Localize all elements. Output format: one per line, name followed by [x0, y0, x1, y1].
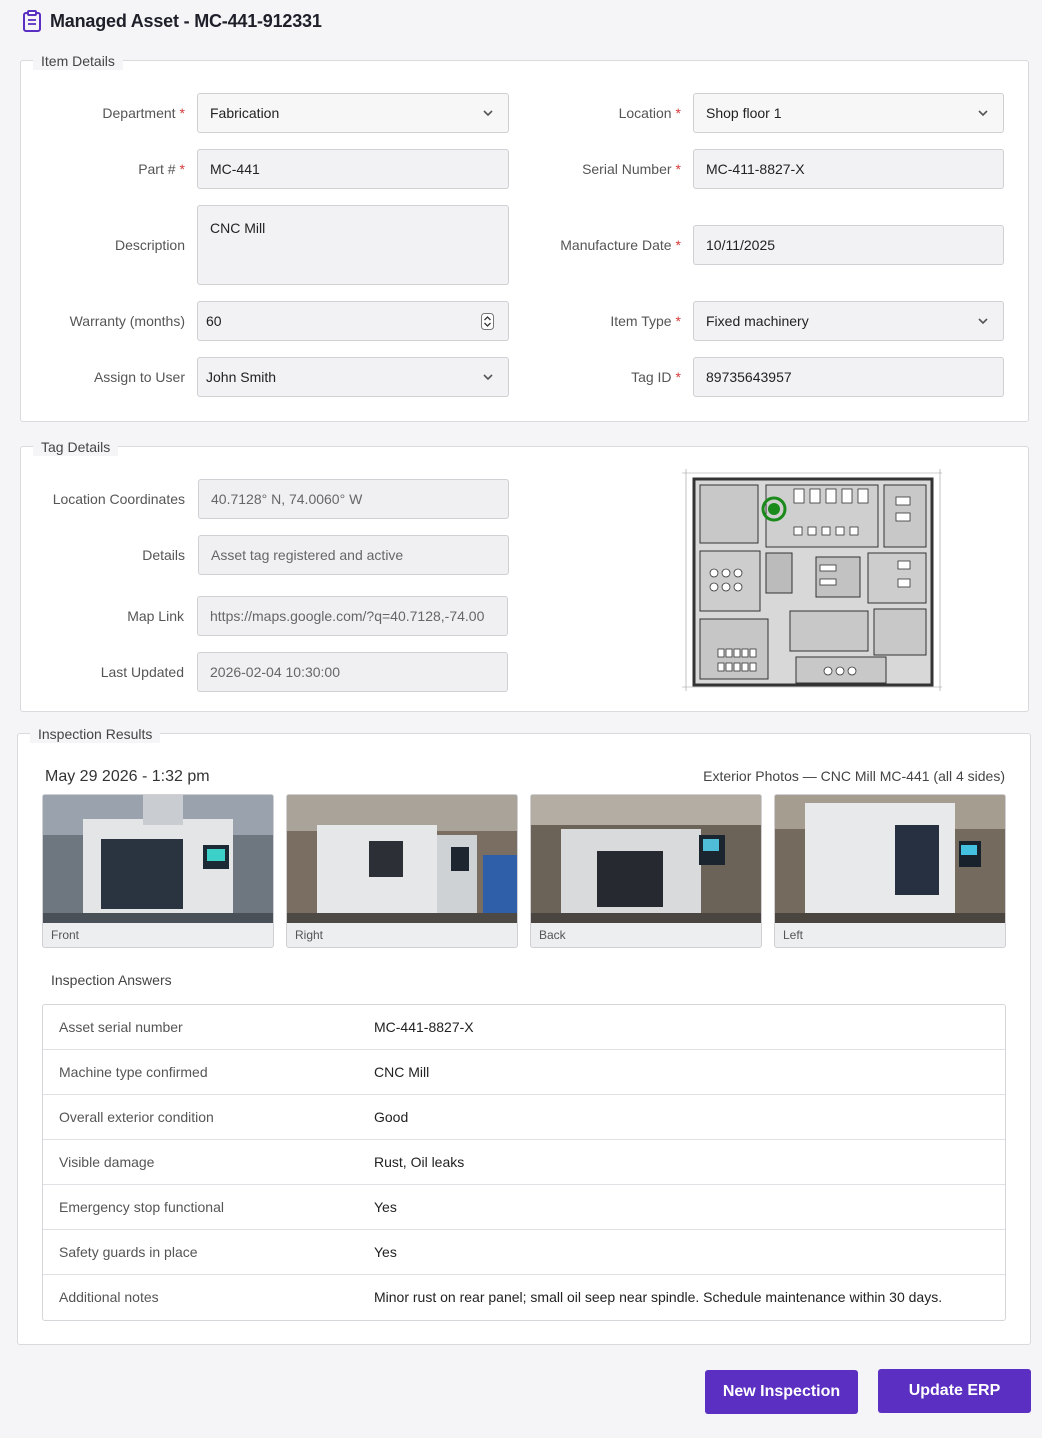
details-field: Asset tag registered and active [198, 535, 509, 575]
stepper-icon[interactable] [481, 313, 494, 330]
chevron-down-icon [483, 374, 493, 381]
description-textarea[interactable]: CNC Mill [197, 205, 509, 285]
chevron-down-icon [978, 318, 988, 325]
table-row: Emergency stop functional Yes [43, 1185, 1005, 1230]
update-erp-button[interactable]: Update ERP [878, 1369, 1031, 1413]
table-row: Machine type confirmed CNC Mill [43, 1050, 1005, 1095]
details-label: Details [142, 547, 185, 563]
department-label: Department * [102, 105, 185, 121]
new-inspection-button[interactable]: New Inspection [705, 1370, 858, 1414]
map-link-label: Map Link [127, 608, 184, 624]
floor-plan-image [678, 461, 946, 693]
tag-id-label: Tag ID * [631, 369, 681, 385]
chevron-down-icon [483, 110, 493, 117]
photo-caption: Right [295, 928, 324, 942]
manufacture-date-label: Manufacture Date * [560, 237, 681, 253]
serial-label: Serial Number * [582, 161, 681, 177]
page-title: Managed Asset - MC-441-912331 [50, 10, 322, 31]
serial-input[interactable]: MC-411-8827-X [693, 149, 1004, 189]
warranty-label: Warranty (months) [69, 313, 185, 329]
last-updated-field: 2026-02-04 10:30:00 [197, 652, 508, 692]
photo-caption: Back [539, 928, 566, 942]
table-row: Additional notes Minor rust on rear panel… [59, 1289, 943, 1305]
cnc-back-image [531, 795, 761, 923]
coordinates-label: Location Coordinates [52, 491, 185, 507]
manufacture-date-input[interactable]: 10/11/2025 [693, 225, 1004, 265]
photo-left[interactable]: Left [774, 794, 1006, 948]
photo-right[interactable]: Right [286, 794, 518, 948]
item-type-select[interactable]: Fixed machinery [693, 301, 1004, 341]
item-type-label: Item Type * [610, 313, 681, 329]
photo-caption: Front [51, 928, 80, 942]
part-label: Part # * [138, 161, 185, 177]
map-link-field[interactable]: https://maps.google.com/?q=40.7128,-74.0… [197, 596, 508, 636]
cnc-left-image [775, 795, 1005, 923]
last-updated-label: Last Updated [100, 664, 184, 680]
coordinates-field: 40.7128° N, 74.0060° W [198, 479, 509, 519]
department-select[interactable]: Fabrication [197, 93, 509, 133]
photo-back[interactable]: Back [530, 794, 762, 948]
photos-caption: Exterior Photos — CNC Mill MC-441 (all 4… [703, 768, 1005, 784]
table-row: Overall exterior condition Good [43, 1095, 1005, 1140]
chevron-down-icon [978, 110, 988, 117]
cnc-right-image [287, 795, 517, 923]
location-select[interactable]: Shop floor 1 [693, 93, 1004, 133]
assign-user-label: Assign to User [93, 369, 185, 385]
floor-plan-map[interactable] [678, 461, 946, 693]
tag-id-input[interactable]: 89735643957 [693, 357, 1004, 397]
inspection-date: May 29 2026 - 1:32 pm [45, 768, 210, 785]
cnc-front-image [43, 795, 273, 923]
inspection-answers-title: Inspection Answers [51, 972, 172, 988]
item-details-legend: Item Details [33, 52, 123, 70]
location-label: Location * [618, 105, 681, 121]
part-input[interactable]: MC-441 [197, 149, 509, 189]
clipboard-icon [23, 10, 41, 32]
assign-user-select[interactable]: John Smith [197, 357, 509, 397]
inspection-answers-table: Asset serial number MC-441-8827-X Machine… [42, 1004, 1006, 1321]
tag-details-legend: Tag Details [33, 438, 119, 456]
table-row: Asset serial number MC-441-8827-X [43, 1005, 1005, 1050]
description-label: Description [114, 237, 185, 253]
page-header: Managed Asset - MC-441-912331 [22, 10, 322, 32]
photo-front[interactable]: Front [42, 794, 274, 948]
table-row: Visible damage Rust, Oil leaks [43, 1140, 1005, 1185]
warranty-stepper[interactable]: 60 [197, 301, 509, 341]
photo-caption: Left [783, 928, 804, 942]
inspection-results-legend: Inspection Results [30, 725, 161, 743]
table-row: Safety guards in place Yes [43, 1230, 1005, 1275]
